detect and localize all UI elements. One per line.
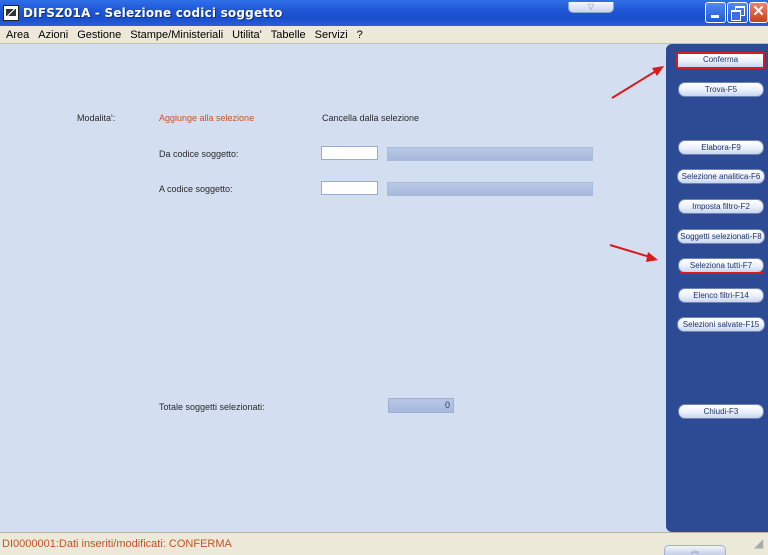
close-icon: ✕ bbox=[752, 3, 765, 20]
totale-value: 0 bbox=[388, 398, 454, 413]
selezioni-salvate-button[interactable]: Selezioni salvate-F15 bbox=[677, 317, 765, 332]
menu-azioni[interactable]: Azioni bbox=[38, 29, 68, 41]
menu-servizi[interactable]: Servizi bbox=[315, 29, 348, 41]
option-cancella[interactable]: Cancella dalla selezione bbox=[322, 113, 419, 123]
app-icon[interactable] bbox=[3, 5, 19, 21]
menu-help[interactable]: ? bbox=[357, 29, 363, 41]
a-codice-input[interactable] bbox=[321, 181, 378, 195]
da-codice-label: Da codice soggetto: bbox=[159, 149, 239, 159]
window-title: DIFSZ01A - Selezione codici soggetto bbox=[23, 6, 283, 20]
a-codice-label: A codice soggetto: bbox=[159, 184, 233, 194]
seleziona-tutti-highlight bbox=[679, 272, 763, 274]
menu-gestione[interactable]: Gestione bbox=[77, 29, 121, 41]
close-button[interactable]: ✕ bbox=[749, 2, 768, 23]
maximize-button[interactable] bbox=[727, 2, 748, 23]
elenco-filtri-button[interactable]: Elenco filtri-F14 bbox=[678, 288, 764, 303]
status-message: DI0000001:Dati inseriti/modificati: CONF… bbox=[2, 538, 232, 550]
a-codice-description bbox=[387, 182, 593, 196]
trova-button[interactable]: Trova-F5 bbox=[678, 82, 764, 97]
title-bar: DIFSZ01A - Selezione codici soggetto ▽ ✕ bbox=[0, 0, 768, 26]
resize-grip-icon[interactable]: ◢ bbox=[754, 536, 766, 550]
seleziona-tutti-button[interactable]: Seleziona tutti-F7 bbox=[678, 258, 764, 273]
elabora-button[interactable]: Elabora-F9 bbox=[678, 140, 764, 155]
imposta-filtro-button[interactable]: Imposta filtro-F2 bbox=[678, 199, 764, 214]
da-codice-description bbox=[387, 147, 593, 161]
menu-tabelle[interactable]: Tabelle bbox=[271, 29, 306, 41]
status-bar: DI0000001:Dati inseriti/modificati: CONF… bbox=[0, 532, 768, 555]
minimize-button[interactable] bbox=[705, 2, 726, 23]
selezione-analitica-button[interactable]: Selezione analitica-F6 bbox=[677, 169, 765, 184]
menu-area[interactable]: Area bbox=[6, 29, 29, 41]
menu-utilita[interactable]: Utilita' bbox=[232, 29, 262, 41]
menu-stampe-ministeriali[interactable]: Stampe/Ministeriali bbox=[130, 29, 223, 41]
da-codice-input[interactable] bbox=[321, 146, 378, 160]
chiudi-button[interactable]: Chiudi-F3 bbox=[678, 404, 764, 419]
soggetti-selezionati-button[interactable]: Soggetti selezionati-F8 bbox=[677, 229, 765, 244]
option-aggiunge[interactable]: Aggiunge alla selezione bbox=[159, 113, 254, 123]
menu-bar: Area Azioni Gestione Stampe/Ministeriali… bbox=[0, 26, 768, 44]
modalita-label: Modalita': bbox=[77, 113, 116, 123]
title-dropdown-grip[interactable]: ▽ bbox=[568, 2, 614, 13]
totale-label: Totale soggetti selezionati: bbox=[159, 402, 265, 412]
panel-toggle-grip[interactable]: ︽ bbox=[664, 545, 726, 555]
conferma-button[interactable]: Conferma bbox=[676, 52, 765, 69]
